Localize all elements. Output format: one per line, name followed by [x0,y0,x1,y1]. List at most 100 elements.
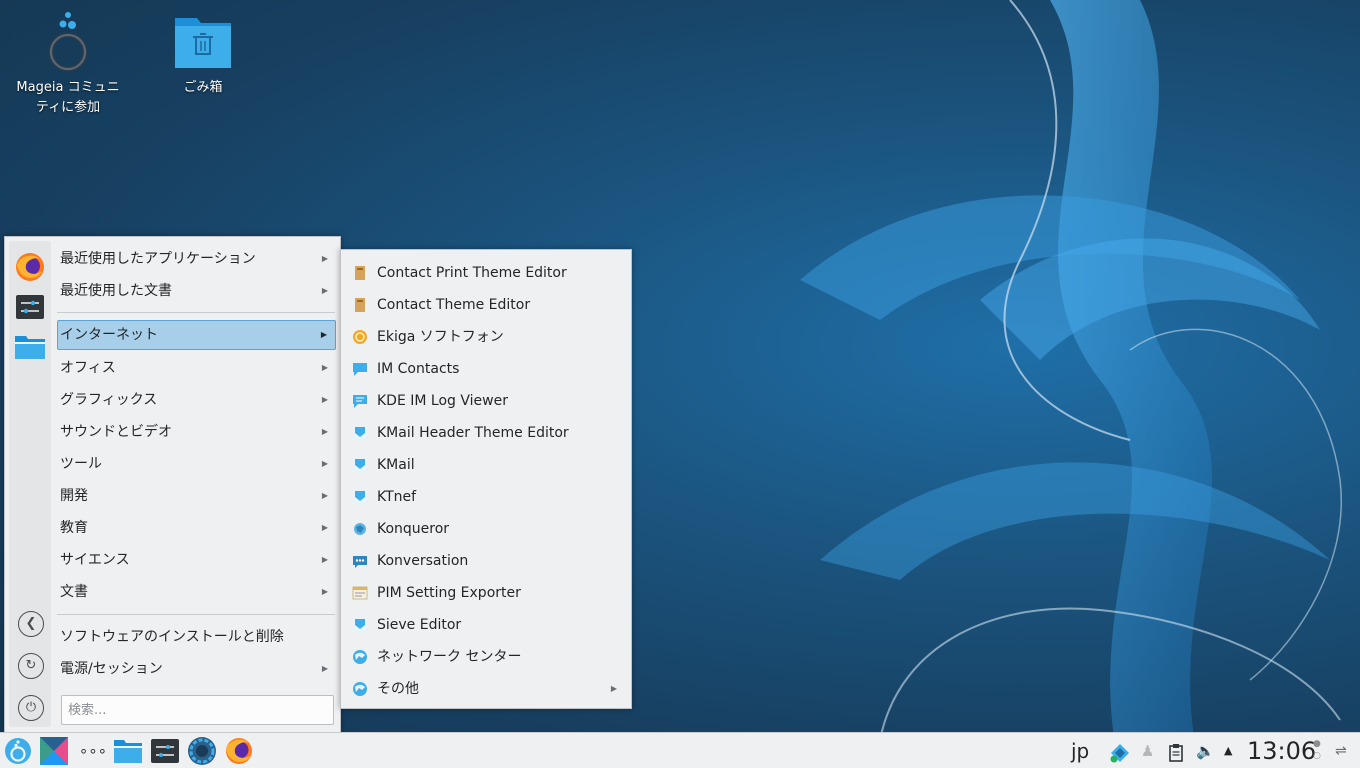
kmail-icon [353,491,367,503]
application-menu: ❮ ↻ ⏻ 最近使用したアプリケーション ▶ 最近使用した文書 ▶ インターネッ… [4,236,341,732]
menu-category-internet[interactable]: インターネット ▶ [57,320,336,350]
menu-item-label: オフィス [60,360,116,376]
submenu-arrow-icon: ▶ [321,555,328,564]
submenu-item-konversation[interactable]: Konversation [345,545,629,577]
mageia-icon [36,12,100,76]
menu-separator [57,614,335,615]
menu-item-label: 電源/セッション [60,661,163,677]
internet-submenu: Contact Print Theme Editor Contact Theme… [340,249,632,709]
menu-category-science[interactable]: サイエンス ▶ [57,545,336,575]
menu-item-software-install[interactable]: ソフトウェアのインストールと削除 [57,622,336,652]
file-manager-icon[interactable] [113,736,143,766]
system-settings-icon[interactable] [150,736,180,766]
volume-icon[interactable]: 🔈 [1196,733,1215,768]
submenu-item-contact-theme-editor[interactable]: Contact Theme Editor [345,289,629,321]
menu-item-power-session[interactable]: 電源/セッション ▶ [57,654,336,684]
pager-icon[interactable] [39,736,69,766]
submenu-item-label: IM Contacts [377,361,460,377]
desktop-icon-mageia-community[interactable]: Mageia コミュニ ティに参加 [13,12,123,118]
submenu-item-label: KTnef [377,489,417,505]
submenu-arrow-icon: ▶ [320,330,327,339]
keyboard-layout-indicator[interactable]: jp [1071,733,1089,768]
more-icon[interactable]: ∘∘∘ [78,736,108,766]
panel-settings-icon[interactable]: ⇌ [1335,733,1347,768]
menu-category-tools[interactable]: ツール ▶ [57,449,336,479]
submenu-item-ktnef[interactable]: KTnef [345,481,629,513]
submenu-item-label: KMail Header Theme Editor [377,425,569,441]
menu-category-graphics[interactable]: グラフィックス ▶ [57,385,336,415]
kmail-icon [353,427,367,439]
menu-category-sound-video[interactable]: サウンドとビデオ ▶ [57,417,336,447]
favorites-sidebar: ❮ ↻ ⏻ [9,241,51,727]
menu-item-label: 教育 [60,520,88,536]
submenu-arrow-icon: ▶ [321,523,328,532]
submenu-item-label: KMail [377,457,415,473]
submenu-arrow-icon: ▶ [321,587,328,596]
desktop-icon-label: ティに参加 [35,100,101,115]
submenu-arrow-icon: ▶ [321,427,328,436]
submenu-arrow-icon: ▶ [321,395,328,404]
submenu-item-kmail[interactable]: KMail [345,449,629,481]
submenu-item-label: Konversation [377,553,469,569]
menu-category-development[interactable]: 開発 ▶ [57,481,336,511]
menu-item-label: 最近使用した文書 [60,283,172,299]
menu-item-label: ソフトウェアのインストールと削除 [60,629,284,645]
menu-item-label: 最近使用したアプリケーション [60,251,256,267]
power-icon[interactable]: ⏻ [18,695,44,721]
mageia-control-center-icon[interactable] [187,736,217,766]
submenu-arrow-icon: ▶ [321,363,328,372]
system-settings-icon[interactable] [14,291,46,323]
clock[interactable]: 13:06 [1247,733,1316,768]
menu-category-recent-docs[interactable]: 最近使用した文書 ▶ [57,276,336,306]
firefox-icon[interactable] [224,736,254,766]
desktop-icon-label: ごみ箱 [183,80,223,95]
submenu-item-sieve-editor[interactable]: Sieve Editor [345,609,629,641]
menu-item-label: サウンドとビデオ [60,424,172,440]
trash-folder-icon [171,12,235,76]
menu-category-education[interactable]: 教育 ▶ [57,513,336,543]
submenu-item-label: PIM Setting Exporter [377,585,521,601]
submenu-item-label: その他 [377,681,419,697]
submenu-item-kmail-header-theme-editor[interactable]: KMail Header Theme Editor [345,417,629,449]
network-center-icon [353,682,367,696]
submenu-item-label: Contact Print Theme Editor [377,265,567,281]
clipboard-icon[interactable] [1168,741,1184,762]
menu-item-label: グラフィックス [60,392,158,408]
mageia-menu-icon[interactable] [3,736,33,766]
submenu-item-im-contacts[interactable]: IM Contacts [345,353,629,385]
submenu-item-pim-setting-exporter[interactable]: PIM Setting Exporter [345,577,629,609]
submenu-item-other[interactable]: その他 ▶ [345,673,629,705]
submenu-item-konqueror[interactable]: Konqueror [345,513,629,545]
menu-separator [57,312,335,313]
menu-category-recent-apps[interactable]: 最近使用したアプリケーション ▶ [57,244,336,274]
submenu-item-label: ネットワーク センター [377,649,522,665]
menu-item-label: インターネット [60,327,158,343]
submenu-item-ekiga[interactable]: Ekiga ソフトフォン [345,321,629,353]
menu-category-documents[interactable]: 文書 ▶ [57,577,336,607]
submenu-item-label: Sieve Editor [377,617,462,633]
submenu-item-kde-im-log-viewer[interactable]: KDE IM Log Viewer [345,385,629,417]
submenu-arrow-icon: ▶ [321,254,328,263]
desktop-icon-trash[interactable]: ごみ箱 [148,12,258,98]
file-manager-icon[interactable] [14,331,46,363]
expand-tray-icon[interactable]: ▲ [1224,733,1232,768]
menu-item-label: 文書 [60,584,88,600]
network-icon[interactable] [1109,741,1131,763]
firefox-icon[interactable] [14,251,46,283]
switch-user-icon[interactable]: ↻ [18,653,44,679]
submenu-arrow-icon: ▶ [321,491,328,500]
menu-category-office[interactable]: オフィス ▶ [57,353,336,383]
menu-item-label: ツール [60,456,102,472]
search-input[interactable] [61,695,334,725]
submenu-item-contact-print-theme-editor[interactable]: Contact Print Theme Editor [345,257,629,289]
konqueror-icon [354,523,366,535]
kmail-icon [353,619,367,631]
submenu-item-label: Konqueror [377,521,450,537]
back-icon[interactable]: ❮ [18,611,44,637]
network-center-icon [353,650,367,664]
lock-icon[interactable]: ● ○ [1313,738,1321,768]
submenu-item-network-center[interactable]: ネットワーク センター [345,641,629,673]
chat-icon [353,363,367,376]
taskbar-panel: ∘∘∘ jp ♟ 🔈 ▲ 13:06 ● ○ ⇌ [0,732,1360,768]
user-icon[interactable]: ♟ [1141,733,1154,768]
